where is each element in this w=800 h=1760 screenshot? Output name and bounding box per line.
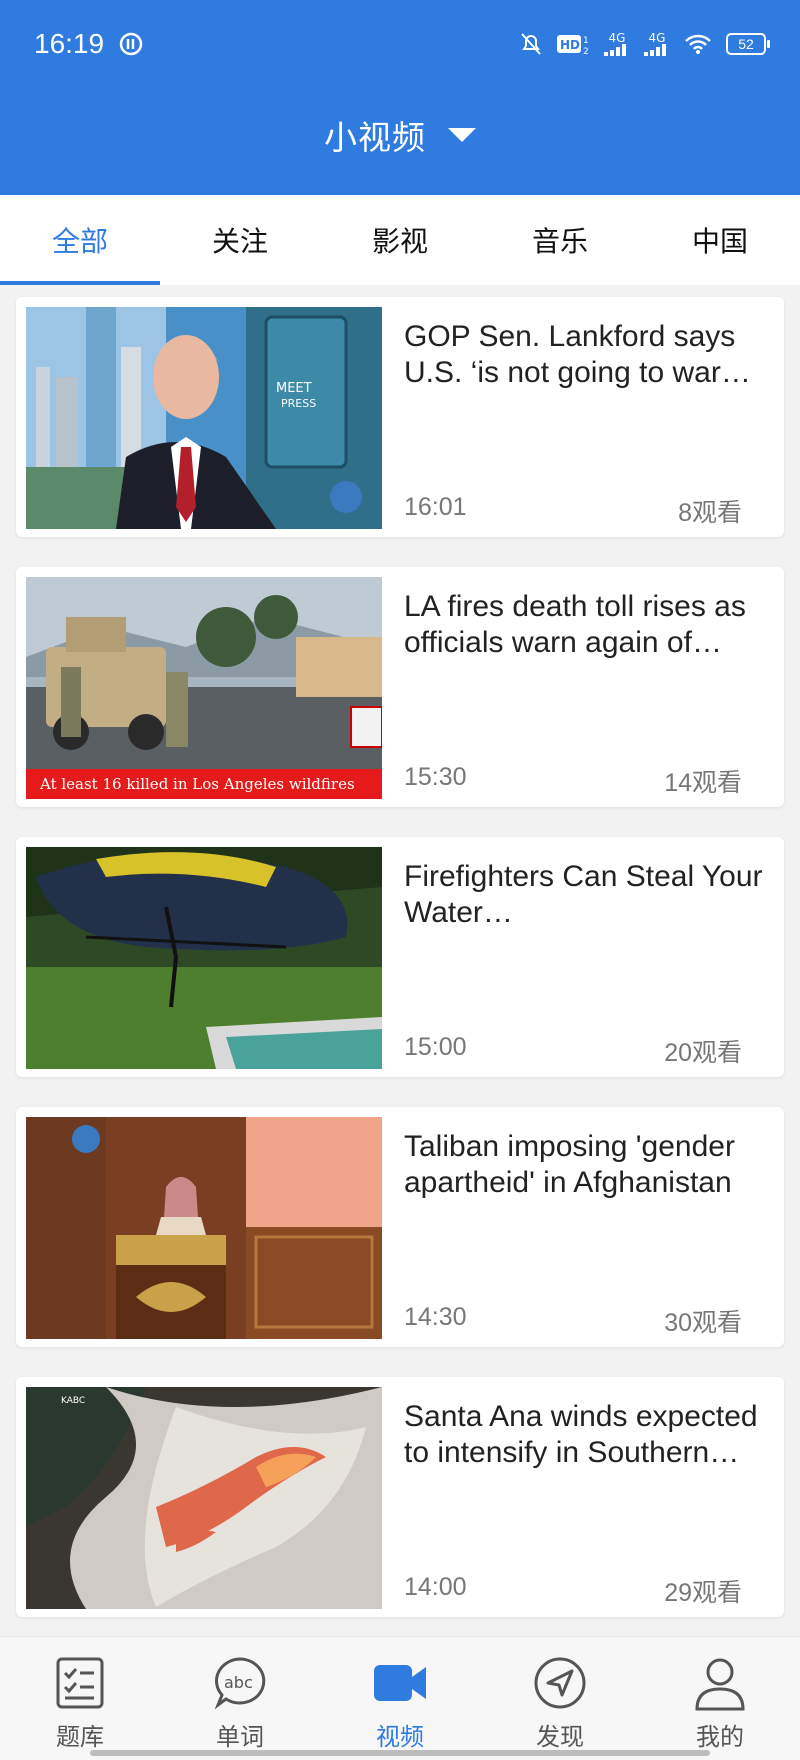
svg-text:abc: abc	[224, 1673, 253, 1692]
status-bar: 16:19 HD 1 2 4G 4G 52	[0, 0, 800, 88]
video-views: 8观看	[678, 499, 742, 527]
video-card[interactable]: At least 16 killed in Los Angeles wildfi…	[16, 567, 784, 807]
svg-text:PRESS: PRESS	[281, 397, 316, 410]
svg-text:HD: HD	[560, 38, 580, 52]
title-dropdown[interactable]: 小视频	[0, 100, 800, 170]
video-thumbnail[interactable]	[26, 847, 382, 1069]
thumbnail-caption: At least 16 killed in Los Angeles wildfi…	[39, 775, 355, 793]
hd-icon: HD 1 2	[557, 35, 589, 56]
signal-icon	[604, 44, 626, 56]
video-card[interactable]: Taliban imposing 'gender apartheid' in A…	[16, 1107, 784, 1347]
network-4g-2: 4G	[644, 32, 670, 56]
compass-icon	[534, 1657, 586, 1709]
video-thumbnail[interactable]	[26, 1117, 382, 1339]
video-time: 15:30	[404, 763, 467, 791]
nav-words[interactable]: abc 单词	[160, 1637, 320, 1760]
video-views: 29观看	[664, 1579, 742, 1607]
nav-question-bank[interactable]: 题库	[0, 1637, 160, 1760]
bottom-navigation: 题库 abc 单词 视频 发现 我的	[0, 1636, 800, 1760]
video-views: 20观看	[664, 1039, 742, 1067]
checklist-icon	[56, 1657, 104, 1709]
battery-indicator: 52	[726, 33, 770, 55]
video-thumbnail[interactable]: At least 16 killed in Los Angeles wildfi…	[26, 577, 382, 799]
video-camera-icon	[374, 1665, 426, 1701]
video-time: 14:30	[404, 1303, 467, 1331]
status-time: 16:19	[34, 28, 105, 59]
caret-down-icon	[448, 128, 476, 142]
video-title[interactable]: Firefighters Can Steal Your Water…	[404, 859, 774, 931]
video-time: 16:01	[404, 493, 467, 521]
video-card[interactable]: KABC Santa Ana winds expected to intensi…	[16, 1377, 784, 1617]
svg-text:2: 2	[583, 47, 589, 56]
video-title[interactable]: GOP Sen. Lankford says U.S. ‘is not goin…	[404, 319, 774, 391]
status-icons: HD 1 2 4G 4G 52	[520, 32, 770, 56]
tab-china[interactable]: 中国	[640, 195, 800, 285]
video-views: 30观看	[664, 1309, 742, 1337]
nav-label: 题库	[56, 1723, 104, 1751]
svg-text:KABC: KABC	[61, 1396, 85, 1406]
video-title[interactable]: Taliban imposing 'gender apartheid' in A…	[404, 1129, 774, 1201]
network-4g-1: 4G	[604, 32, 630, 56]
nav-label: 我的	[696, 1723, 744, 1751]
nav-discover[interactable]: 发现	[480, 1637, 640, 1760]
video-title[interactable]: LA fires death toll rises as officials w…	[404, 589, 774, 661]
sync-icon	[119, 32, 143, 56]
person-icon	[695, 1658, 745, 1711]
svg-text:1: 1	[583, 36, 589, 46]
tab-music[interactable]: 音乐	[480, 195, 640, 285]
video-views: 14观看	[664, 769, 742, 797]
category-tabs: 全部 关注 影视 音乐 中国	[0, 195, 800, 285]
wifi-icon	[685, 34, 711, 54]
video-card[interactable]: Firefighters Can Steal Your Water… 15:00…	[16, 837, 784, 1077]
signal-icon	[644, 44, 666, 56]
nav-label: 发现	[536, 1723, 584, 1751]
page-title: 小视频	[324, 118, 426, 157]
video-thumbnail[interactable]: MEET PRESS	[26, 307, 382, 529]
home-indicator[interactable]	[90, 1750, 710, 1756]
tab-all[interactable]: 全部	[0, 195, 160, 285]
nav-video[interactable]: 视频	[320, 1637, 480, 1760]
video-thumbnail[interactable]: KABC	[26, 1387, 382, 1609]
video-card[interactable]: MEET PRESS GOP Sen. Lankford says U.S. ‘…	[16, 297, 784, 537]
nav-profile[interactable]: 我的	[640, 1637, 800, 1760]
nav-label: 视频	[376, 1723, 424, 1751]
tab-following[interactable]: 关注	[160, 195, 320, 285]
svg-text:MEET: MEET	[276, 381, 312, 396]
mute-bell-icon	[521, 33, 541, 55]
tab-film-tv[interactable]: 影视	[320, 195, 480, 285]
abc-bubble-icon: abc	[214, 1657, 266, 1710]
app-header: 16:19 HD 1 2 4G 4G 52 小视频	[0, 0, 800, 195]
video-time: 14:00	[404, 1573, 467, 1601]
nav-label: 单词	[216, 1723, 264, 1751]
video-title[interactable]: Santa Ana winds expected to intensify in…	[404, 1399, 774, 1471]
video-time: 15:00	[404, 1033, 467, 1061]
